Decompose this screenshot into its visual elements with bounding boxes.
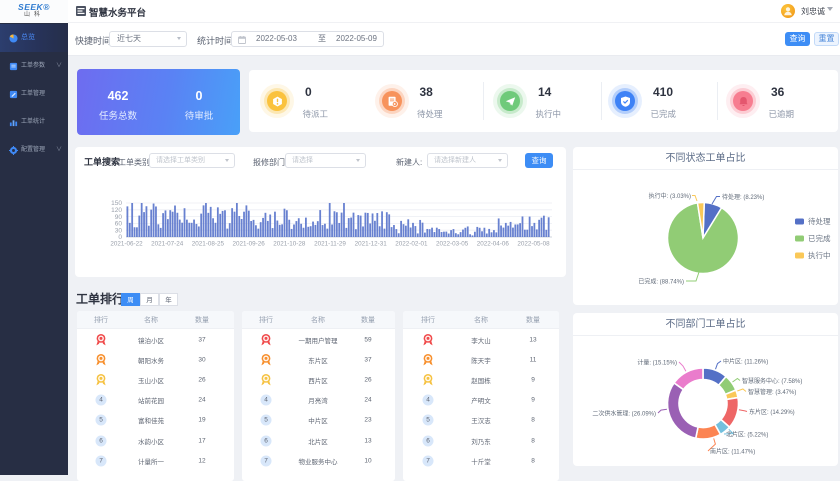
svg-text:2021-06-22: 2021-06-22 — [110, 241, 143, 248]
svg-text:二次供水管理: (26.09%): 二次供水管理: (26.09%) — [592, 410, 656, 418]
svg-text:计量: (15.15%): 计量: (15.15%) — [637, 359, 677, 367]
svg-text:2022-05-08: 2022-05-08 — [517, 241, 550, 248]
svg-text:已完成: 已完成 — [808, 233, 831, 243]
svg-text:2021-09-26: 2021-09-26 — [232, 241, 265, 248]
svg-text:执行中: (3.03%): 执行中: (3.03%) — [649, 192, 691, 200]
svg-text:2022-02-01: 2022-02-01 — [395, 241, 428, 248]
svg-text:中片区: (11.26%): 中片区: (11.26%) — [723, 358, 768, 366]
svg-text:东片区: (14.29%): 东片区: (14.29%) — [749, 408, 795, 416]
svg-text:2022-04-06: 2022-04-06 — [477, 241, 510, 248]
svg-text:南片区: (11.47%): 南片区: (11.47%) — [710, 448, 755, 456]
svg-text:智慧管理: (3.47%): 智慧管理: (3.47%) — [748, 388, 796, 396]
svg-text:北片区: (5.22%): 北片区: (5.22%) — [726, 431, 768, 439]
svg-text:2022-03-05: 2022-03-05 — [436, 241, 469, 248]
svg-text:2021-10-28: 2021-10-28 — [273, 241, 306, 248]
svg-text:2021-07-24: 2021-07-24 — [151, 241, 184, 248]
svg-text:2021-11-29: 2021-11-29 — [314, 241, 346, 248]
svg-text:已完成: (88.74%): 已完成: (88.74%) — [638, 278, 684, 286]
svg-text:待处理: 待处理 — [808, 216, 831, 226]
svg-text:2021-12-31: 2021-12-31 — [355, 241, 388, 248]
svg-text:待处理: (8.23%): 待处理: (8.23%) — [722, 193, 764, 201]
svg-text:执行中: 执行中 — [808, 250, 831, 260]
svg-text:2021-08-25: 2021-08-25 — [192, 241, 225, 248]
svg-text:智慧服务中心: (7.58%): 智慧服务中心: (7.58%) — [742, 377, 802, 385]
